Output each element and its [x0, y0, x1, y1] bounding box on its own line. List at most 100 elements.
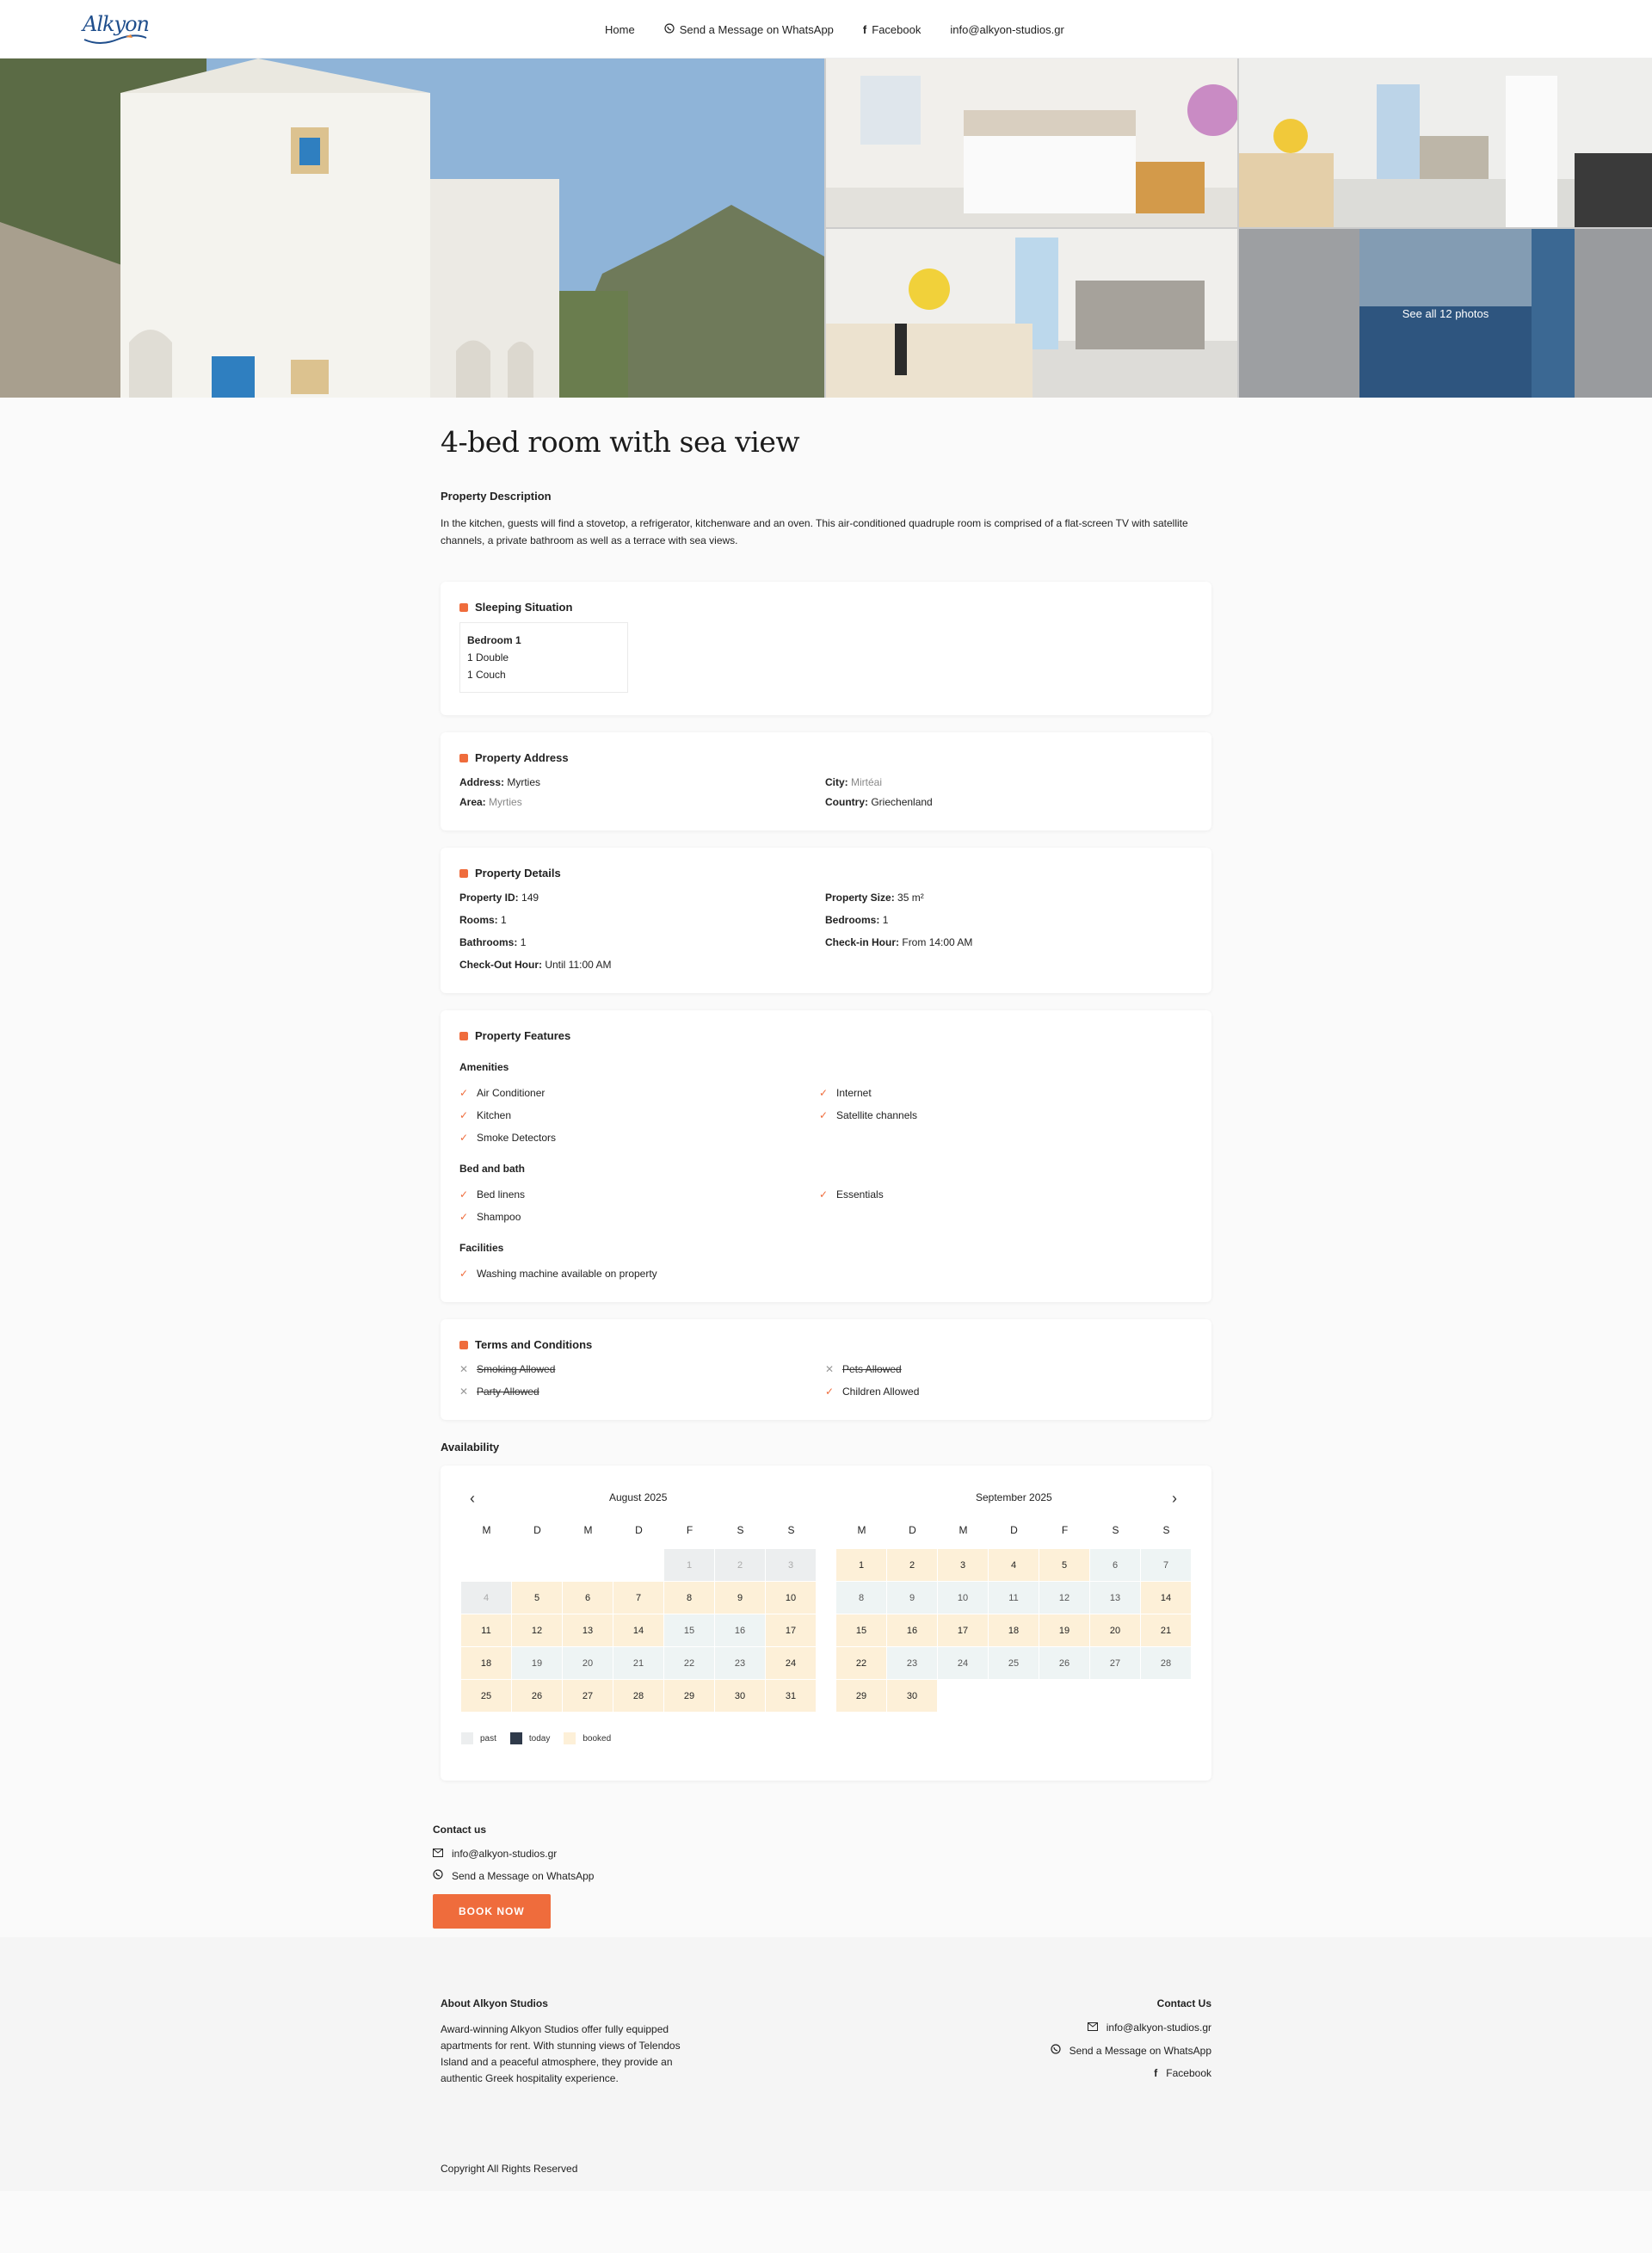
city-line: City: Mirtéai	[825, 776, 1191, 788]
calendar-day[interactable]: 15	[836, 1614, 886, 1646]
gallery-photo-living[interactable]	[826, 229, 1237, 398]
calendar-day[interactable]: 6	[563, 1582, 613, 1614]
calendar-day[interactable]: 15	[664, 1614, 714, 1646]
contact-email-link[interactable]: info@alkyon-studios.gr	[433, 1848, 1219, 1860]
calendar-day[interactable]: 22	[836, 1647, 886, 1679]
nav-facebook[interactable]: f Facebook	[863, 23, 921, 36]
calendar-day[interactable]: 8	[664, 1582, 714, 1614]
calendar-day[interactable]: 5	[512, 1582, 562, 1614]
calendar-day[interactable]: 9	[715, 1582, 765, 1614]
calendar-day[interactable]: 10	[766, 1582, 816, 1614]
footer-about-text: Award-winning Alkyon Studios offer fully…	[441, 2023, 681, 2084]
calendar-day[interactable]: 1	[836, 1549, 886, 1581]
nav-whatsapp[interactable]: Send a Message on WhatsApp	[664, 23, 834, 36]
nav-home[interactable]: Home	[605, 23, 635, 36]
calendar-day[interactable]: 28	[1141, 1647, 1191, 1679]
calendar-day[interactable]: 14	[613, 1614, 663, 1646]
calendar-day[interactable]: 27	[563, 1680, 613, 1712]
calendar-day[interactable]: 25	[461, 1680, 511, 1712]
area-link[interactable]: Myrties	[489, 796, 522, 808]
footer-facebook-link[interactable]: f Facebook	[1051, 2067, 1211, 2079]
calendar-day[interactable]: 27	[1090, 1647, 1140, 1679]
calendar-day[interactable]: 13	[1090, 1582, 1140, 1614]
address-line: Address: Myrties	[459, 776, 825, 788]
copyright-text: Copyright All Rights Reserved	[441, 2163, 578, 2175]
calendar-day[interactable]: 18	[989, 1614, 1039, 1646]
calendar-day[interactable]: 20	[563, 1647, 613, 1679]
footer-email-link[interactable]: info@alkyon-studios.gr	[1051, 2022, 1211, 2034]
nav-whatsapp-label: Send a Message on WhatsApp	[679, 22, 834, 36]
calendar-day[interactable]: 11	[461, 1614, 511, 1646]
calendar-day[interactable]: 2	[887, 1549, 937, 1581]
site-logo[interactable]: Alkyon	[83, 9, 150, 50]
calendar-weekday: D	[635, 1524, 643, 1536]
calendar-day[interactable]: 24	[938, 1647, 988, 1679]
calendar-day[interactable]: 23	[887, 1647, 937, 1679]
calendar-day[interactable]: 17	[938, 1614, 988, 1646]
calendar-prev-button[interactable]: ‹	[470, 1490, 475, 1508]
calendar-day[interactable]: 4	[989, 1549, 1039, 1581]
contact-whatsapp-link[interactable]: Send a Message on WhatsApp	[433, 1869, 1219, 1882]
calendar-day[interactable]: 25	[989, 1647, 1039, 1679]
calendar-day[interactable]: 22	[664, 1647, 714, 1679]
calendar-day[interactable]: 8	[836, 1582, 886, 1614]
calendar-day[interactable]: 10	[938, 1582, 988, 1614]
calendar-next-button[interactable]: ›	[1172, 1490, 1177, 1508]
calendar-day[interactable]: 29	[836, 1680, 886, 1712]
calendar-day[interactable]: 6	[1090, 1549, 1140, 1581]
whatsapp-icon	[664, 22, 675, 36]
calendar-day[interactable]: 11	[989, 1582, 1039, 1614]
calendar-day[interactable]: 4	[461, 1582, 511, 1614]
calendar-day[interactable]: 7	[1141, 1549, 1191, 1581]
gallery-photo-main[interactable]	[0, 59, 824, 398]
calendar-day[interactable]: 31	[766, 1680, 816, 1712]
site-header: Alkyon Home Send a Message on WhatsApp f…	[0, 0, 1652, 59]
calendar-day[interactable]: 18	[461, 1647, 511, 1679]
amenity-item: ✓ Satellite channels	[819, 1109, 1179, 1121]
calendar-day[interactable]: 12	[512, 1614, 562, 1646]
calendar-day[interactable]: 19	[1039, 1614, 1089, 1646]
gallery-photo-bedroom[interactable]	[826, 59, 1237, 227]
calendar-day[interactable]: 2	[715, 1549, 765, 1581]
details-heading: Property Details	[459, 867, 1193, 880]
nav-email[interactable]: info@alkyon-studios.gr	[950, 23, 1063, 36]
calendar-day[interactable]: 7	[613, 1582, 663, 1614]
calendar-day[interactable]: 19	[512, 1647, 562, 1679]
calendar-day[interactable]: 16	[715, 1614, 765, 1646]
sleeping-heading: Sleeping Situation	[459, 601, 1193, 614]
calendar-day[interactable]: 14	[1141, 1582, 1191, 1614]
calendar-day[interactable]: 1	[664, 1549, 714, 1581]
city-link[interactable]: Mirtéai	[851, 776, 882, 788]
calendar-day[interactable]: 20	[1090, 1614, 1140, 1646]
calendar-day[interactable]: 16	[887, 1614, 937, 1646]
calendar-day[interactable]: 30	[715, 1680, 765, 1712]
footer-whatsapp-link[interactable]: Send a Message on WhatsApp	[1050, 2044, 1211, 2057]
calendar-day[interactable]: 21	[1141, 1614, 1191, 1646]
calendar-day[interactable]: 3	[766, 1549, 816, 1581]
calendar-day[interactable]: 5	[1039, 1549, 1089, 1581]
gallery-photo-kitchen[interactable]	[1239, 59, 1652, 227]
calendar-day[interactable]: 21	[613, 1647, 663, 1679]
book-now-button[interactable]: BOOK NOW	[433, 1894, 551, 1929]
site-footer: About Alkyon Studios Award-winning Alkyo…	[0, 1937, 1652, 2191]
calendar-day[interactable]: 23	[715, 1647, 765, 1679]
calendar-day[interactable]: 26	[1039, 1647, 1089, 1679]
calendar-day[interactable]: 13	[563, 1614, 613, 1646]
calendar-day[interactable]: 28	[613, 1680, 663, 1712]
calendar-day[interactable]: 29	[664, 1680, 714, 1712]
calendar-weekday: S	[1112, 1524, 1119, 1536]
nav-facebook-label: Facebook	[872, 22, 922, 36]
property-id-line: Property ID: 149	[459, 892, 825, 904]
calendar-day[interactable]: 3	[938, 1549, 988, 1581]
calendar-day[interactable]: 26	[512, 1680, 562, 1712]
bed-bath-label: Bed linens	[477, 1188, 526, 1201]
calendar-empty-cell	[461, 1549, 511, 1581]
calendar-day[interactable]: 17	[766, 1614, 816, 1646]
calendar-day[interactable]: 12	[1039, 1582, 1089, 1614]
see-all-photos-button[interactable]: See all 12 photos	[1239, 229, 1652, 398]
term-label: Pets Allowed	[842, 1363, 902, 1375]
calendar-day[interactable]: 24	[766, 1647, 816, 1679]
calendar-day[interactable]: 9	[887, 1582, 937, 1614]
calendar-day[interactable]: 30	[887, 1680, 937, 1712]
term-label: Party Allowed	[477, 1386, 539, 1398]
